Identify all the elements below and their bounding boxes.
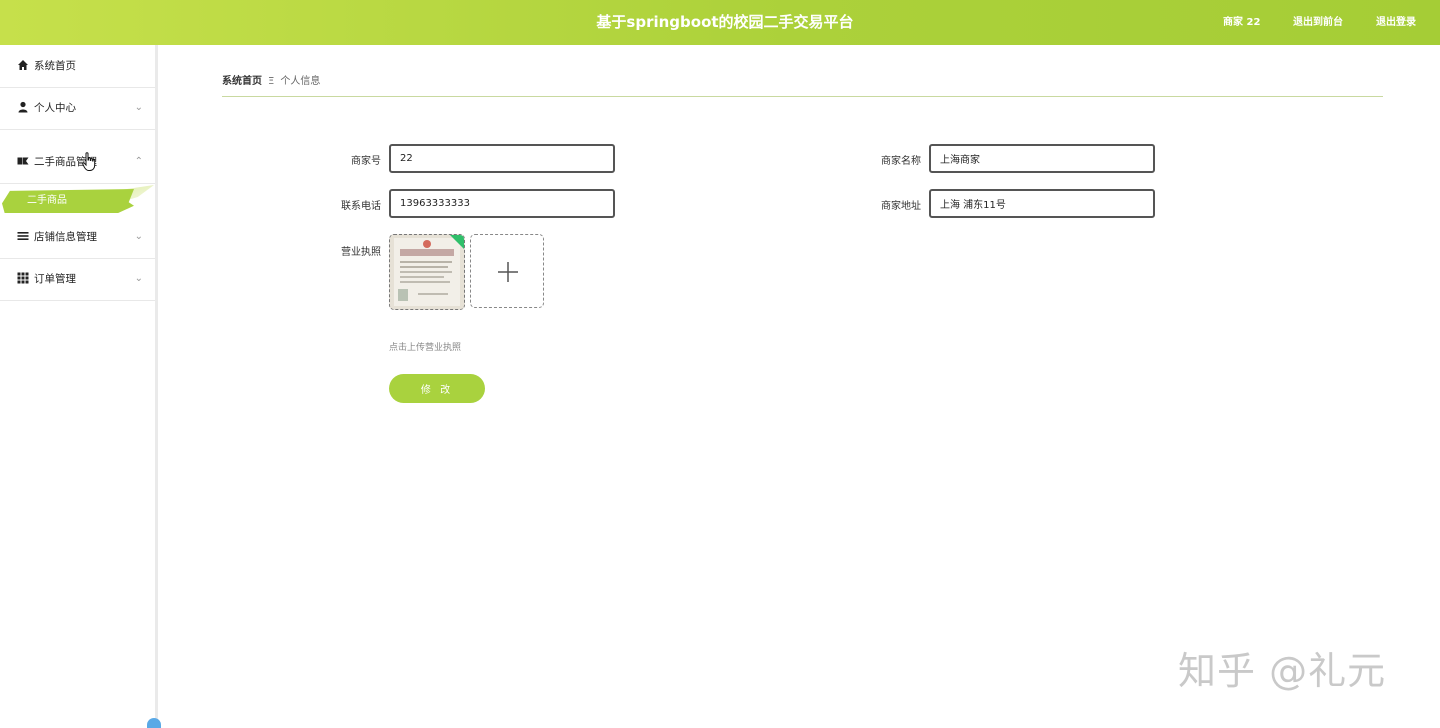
active-highlight [2,189,134,213]
chevron-down-icon: ⌄ [134,231,143,242]
sidebar-item-label: 个人中心 [34,102,76,114]
sidebar-item-goods-management[interactable]: 二手商品管理 ⌃ [0,141,155,184]
upload-add-button[interactable] [470,234,544,308]
current-user-label: 商家 22 [1223,17,1261,28]
merchant-no-field[interactable] [389,144,615,173]
chevron-down-icon: ⌄ [134,102,143,113]
hand-cursor-icon [82,152,96,171]
top-header: 基于springboot的校园二手交易平台 商家 22 退出到前台 退出登录 [0,0,1440,45]
sidebar-item-home[interactable]: 系统首页 [0,45,155,88]
merchant-name-field[interactable] [929,144,1155,173]
back-to-frontend-link[interactable]: 退出到前台 [1293,0,1343,45]
logout-link[interactable]: 退出登录 [1376,0,1416,45]
grid-icon [17,272,29,284]
chevron-down-icon: ⌄ [134,273,143,284]
breadcrumb-separator: Ξ [268,76,275,87]
upload-tip: 点击上传营业执照 [389,343,462,353]
home-icon [18,60,28,70]
scroll-indicator [147,718,161,728]
sidebar-subitem-label: 二手商品 [27,195,67,206]
sidebar: 系统首页 个人中心 ⌄ 二手商品管理 ⌃ 二手商品 店铺信息管理 ⌄ 订单管理 … [0,45,158,724]
phone-label: 联系电话 [341,201,381,212]
chevron-up-icon: ⌃ [134,156,143,167]
sidebar-item-label: 系统首页 [34,60,76,72]
user-icon [18,101,28,113]
modify-button[interactable]: 修 改 [389,374,485,403]
license-document-image [390,235,464,309]
sidebar-subitem-used-goods[interactable]: 二手商品 [0,185,155,219]
sidebar-item-label: 订单管理 [34,273,76,285]
merchant-name-label: 商家名称 [881,156,921,167]
breadcrumb-home-link[interactable]: 系统首页 [222,76,262,87]
watermark: 知乎 @礼元 [1178,649,1387,693]
merchant-no-label: 商家号 [351,156,381,167]
goods-icon [17,157,29,165]
plus-icon [498,262,518,282]
sidebar-item-personal-center[interactable]: 个人中心 ⌄ [0,87,155,130]
sidebar-item-label: 店铺信息管理 [34,231,97,243]
address-field[interactable] [929,189,1155,218]
address-label: 商家地址 [881,201,921,212]
sidebar-item-orders[interactable]: 订单管理 ⌄ [0,258,155,301]
list-icon [17,232,29,240]
breadcrumb-divider [222,96,1383,97]
business-license-label: 营业执照 [341,247,381,258]
phone-field[interactable] [389,189,615,218]
sidebar-item-shop-info[interactable]: 店铺信息管理 ⌄ [0,216,155,259]
breadcrumb: 系统首页 Ξ 个人信息 [222,72,320,87]
breadcrumb-current: 个人信息 [280,76,321,87]
business-license-thumbnail[interactable] [389,234,465,310]
